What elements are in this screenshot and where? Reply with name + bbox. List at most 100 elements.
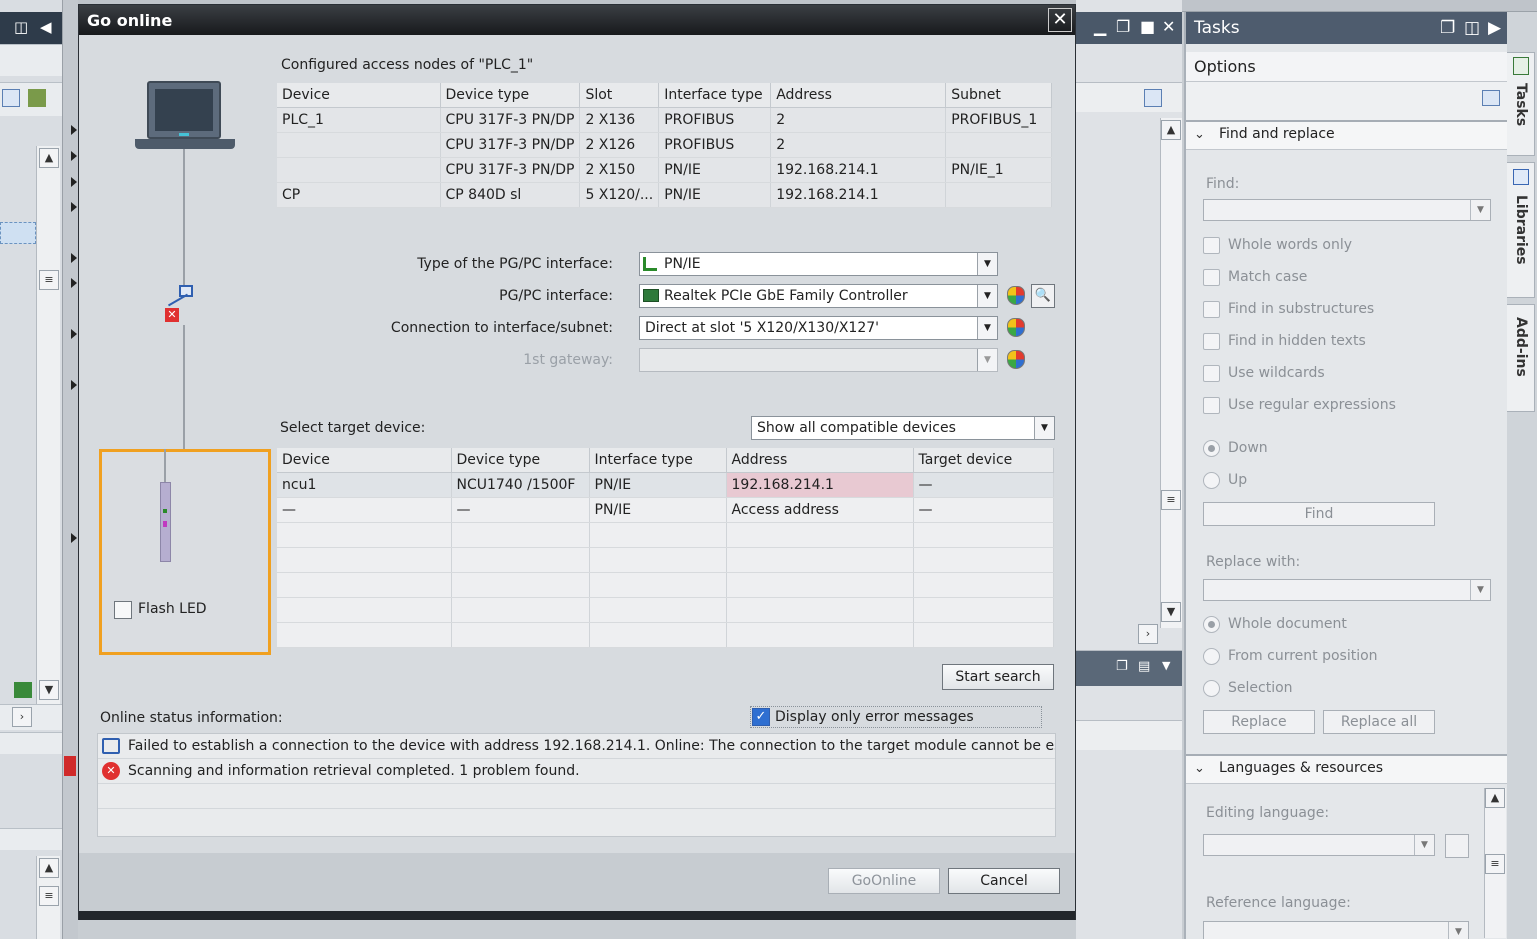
- cancel-button[interactable]: Cancel: [948, 868, 1060, 894]
- column-header[interactable]: Device type: [451, 448, 590, 473]
- scroll-up-icon[interactable]: ▲: [39, 148, 59, 168]
- expand-arrow-icon[interactable]: [71, 278, 77, 288]
- chevron-down-icon[interactable]: ▼: [1470, 200, 1490, 220]
- column-header[interactable]: Address: [726, 448, 914, 473]
- tab-libraries[interactable]: Libraries: [1507, 162, 1535, 298]
- replace-all-button[interactable]: Replace all: [1323, 710, 1435, 734]
- left-scrollbar[interactable]: ▲ ≡ ▼: [36, 146, 60, 706]
- reference-language-combo[interactable]: ▼: [1203, 921, 1469, 939]
- expand-arrow-icon[interactable]: [71, 151, 77, 161]
- chevron-down-icon[interactable]: ▼: [977, 285, 997, 307]
- flash-led-checkbox[interactable]: [114, 601, 132, 619]
- hierarchy-icon[interactable]: [28, 89, 46, 107]
- scroll-thumb-icon[interactable]: ≡: [1485, 854, 1505, 874]
- properties-icon[interactable]: 🔍: [1031, 284, 1055, 308]
- pgpc-interface-select[interactable]: Realtek PCIe GbE Family Controller ▼: [639, 284, 998, 308]
- float-pane-icon[interactable]: ❐: [1440, 18, 1455, 38]
- expand-arrow-icon[interactable]: [71, 125, 77, 135]
- column-header[interactable]: Address: [770, 83, 947, 108]
- column-header[interactable]: Device: [277, 448, 452, 473]
- tab-tasks[interactable]: Tasks: [1507, 52, 1535, 156]
- tab-add-ins[interactable]: Add-ins: [1507, 304, 1535, 412]
- chevron-down-icon[interactable]: ▼: [977, 317, 997, 339]
- languages-header[interactable]: ⌄ Languages & resources: [1186, 754, 1507, 784]
- editor-scrollbar[interactable]: ▲ ≡ ▼: [1160, 118, 1182, 628]
- column-header[interactable]: Device type: [440, 83, 581, 108]
- go-online-button[interactable]: GoOnline: [828, 868, 940, 894]
- scroll-up-icon[interactable]: ▲: [39, 858, 59, 878]
- replace-combo[interactable]: ▼: [1203, 579, 1491, 601]
- chevron-down-icon[interactable]: ▼: [1162, 659, 1170, 672]
- shield-icon[interactable]: [1007, 350, 1025, 369]
- scroll-up-icon[interactable]: ▲: [1485, 788, 1505, 808]
- status-message[interactable]: ✕ Scanning and information retrieval com…: [98, 759, 1055, 784]
- table-row[interactable]: ncu1 NCU1740 /1500F PN/IE 192.168.214.1 …: [277, 472, 1054, 498]
- chevron-down-icon[interactable]: ⌄: [1194, 127, 1205, 142]
- chevron-down-icon[interactable]: ▼: [977, 253, 997, 275]
- scroll-right-icon[interactable]: ›: [1138, 624, 1158, 644]
- column-header[interactable]: Subnet: [945, 83, 1052, 108]
- gateway-select[interactable]: ▼: [639, 348, 998, 372]
- scroll-thumb-icon[interactable]: ≡: [1161, 490, 1181, 510]
- scroll-down-icon[interactable]: ▼: [39, 680, 59, 700]
- window-icon[interactable]: [1144, 89, 1162, 107]
- connection-select[interactable]: Direct at slot '5 X120/X130/X127' ▼: [639, 316, 998, 340]
- expand-arrow-icon[interactable]: [71, 329, 77, 339]
- find-replace-header[interactable]: ⌄ Find and replace: [1186, 120, 1507, 150]
- shield-icon[interactable]: [1007, 318, 1025, 337]
- column-header[interactable]: Device: [277, 83, 441, 108]
- expand-arrow-icon[interactable]: [71, 202, 77, 212]
- chevron-down-icon[interactable]: ▼: [1414, 835, 1434, 855]
- collapse-left-icon[interactable]: ◀: [40, 18, 52, 36]
- table-row[interactable]: PLC_1 CPU 317F-3 PN/DP 2 X136 PROFIBUS 2…: [277, 107, 1052, 133]
- scroll-down-icon[interactable]: ▼: [1161, 602, 1181, 622]
- column-header[interactable]: Target device: [913, 448, 1054, 473]
- pgpc-type-select[interactable]: PN/IE ▼: [639, 252, 998, 276]
- shield-icon[interactable]: [1007, 286, 1025, 305]
- display-errors-option[interactable]: ✓ Display only error messages: [750, 706, 1042, 728]
- restore-icon[interactable]: ❐: [1116, 659, 1128, 674]
- window-icon[interactable]: [1482, 90, 1500, 106]
- device-filter-select[interactable]: Show all compatible devices ▼: [751, 416, 1055, 440]
- chevron-down-icon[interactable]: ▼: [1448, 922, 1468, 939]
- scroll-thumb-icon[interactable]: ≡: [39, 270, 59, 290]
- expand-arrow-icon[interactable]: [71, 253, 77, 263]
- split-view-icon[interactable]: ◫: [14, 18, 28, 36]
- close-icon[interactable]: ✕: [1162, 17, 1175, 36]
- column-header[interactable]: Slot: [579, 83, 660, 108]
- expand-arrow-icon[interactable]: [71, 380, 77, 390]
- chevron-down-icon[interactable]: ▼: [977, 349, 997, 371]
- column-header[interactable]: Interface type: [658, 83, 772, 108]
- collapse-right-icon[interactable]: ▶: [1488, 18, 1501, 38]
- chevron-down-icon[interactable]: ▼: [1470, 580, 1490, 600]
- table-row[interactable]: — — PN/IE Access address —: [277, 497, 1054, 523]
- chevron-down-icon[interactable]: ▼: [1034, 417, 1054, 439]
- replace-button[interactable]: Replace: [1203, 710, 1315, 734]
- status-message[interactable]: Failed to establish a connection to the …: [98, 734, 1055, 759]
- scroll-thumb-icon[interactable]: ≡: [39, 886, 59, 906]
- maximize-icon[interactable]: ■: [1140, 17, 1155, 36]
- languages-scrollbar[interactable]: ▲ ≡: [1484, 788, 1506, 938]
- scroll-right-icon[interactable]: ›: [12, 707, 32, 727]
- checkmark-icon[interactable]: ✓: [752, 708, 770, 726]
- left-lower-scrollbar[interactable]: ▲ ≡: [36, 856, 60, 939]
- minimize-icon[interactable]: ▤: [1138, 659, 1150, 674]
- table-row[interactable]: CPU 317F-3 PN/DP 2 X150 PN/IE 192.168.21…: [277, 157, 1052, 183]
- selected-tree-row[interactable]: [0, 222, 36, 244]
- find-button[interactable]: Find: [1203, 502, 1435, 526]
- close-icon[interactable]: ✕: [1048, 8, 1072, 32]
- expand-arrow-icon[interactable]: [71, 177, 77, 187]
- table-row[interactable]: CP CP 840D sl 5 X120/... PN/IE 192.168.2…: [277, 182, 1052, 208]
- expand-arrow-icon[interactable]: [71, 533, 77, 543]
- column-header[interactable]: Interface type: [589, 448, 727, 473]
- language-settings-icon[interactable]: [1445, 834, 1469, 858]
- find-combo[interactable]: ▼: [1203, 199, 1491, 221]
- table-row[interactable]: CPU 317F-3 PN/DP 2 X126 PROFIBUS 2: [277, 132, 1052, 158]
- restore-icon[interactable]: ❐: [1116, 17, 1130, 36]
- scroll-up-icon[interactable]: ▲: [1161, 120, 1181, 140]
- chevron-down-icon[interactable]: ⌄: [1194, 761, 1205, 776]
- dock-pane-icon[interactable]: ◫: [1464, 18, 1480, 38]
- start-search-button[interactable]: Start search: [942, 664, 1054, 690]
- table-view-icon[interactable]: [2, 89, 20, 107]
- editing-language-combo[interactable]: ▼: [1203, 834, 1435, 856]
